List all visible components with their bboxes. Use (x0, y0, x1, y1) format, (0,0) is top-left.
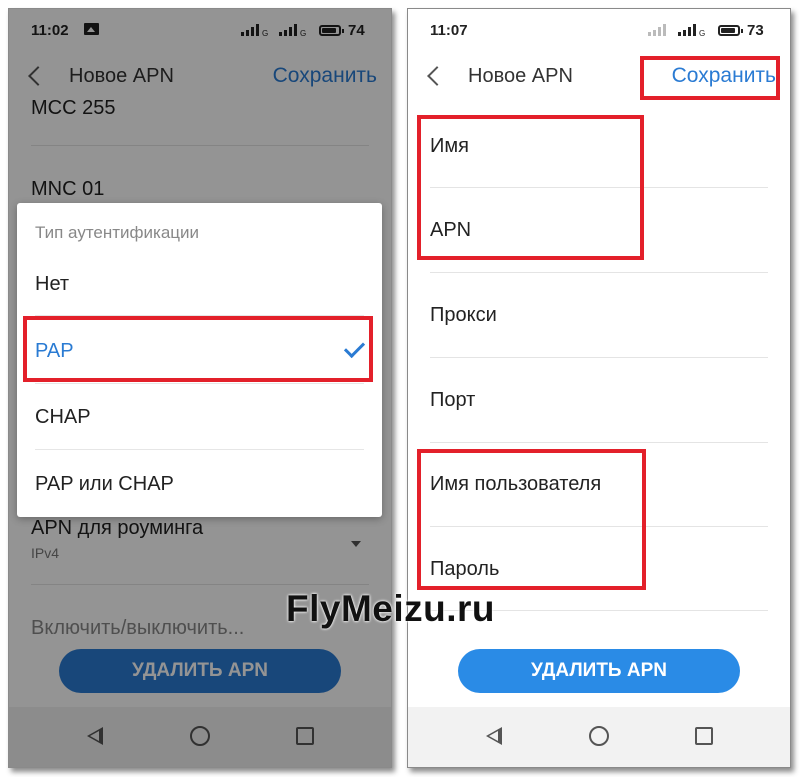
divider (430, 357, 768, 358)
square-recents-icon[interactable] (695, 727, 713, 745)
highlight-box (640, 56, 780, 100)
triangle-back-icon[interactable] (486, 727, 502, 745)
divider (35, 449, 364, 450)
field-proxy[interactable]: Прокси (430, 304, 768, 327)
battery-icon (718, 25, 743, 36)
dialog-title: Тип аутентификации (35, 223, 200, 242)
status-time: 11:07 (430, 22, 468, 39)
page-title: Новое APN (468, 65, 573, 87)
divider (430, 272, 768, 273)
highlight-box (23, 316, 373, 382)
circle-home-icon[interactable] (589, 726, 609, 746)
option-pap-or-chap[interactable]: PAP или CHAP (35, 473, 174, 496)
status-bar: 11:07 G 73 (408, 9, 790, 49)
field-port[interactable]: Порт (430, 389, 768, 412)
option-chap[interactable]: CHAP (35, 406, 91, 429)
highlight-box (417, 115, 644, 260)
signal-icon (648, 24, 670, 36)
delete-apn-button[interactable]: УДАЛИТЬ APN (458, 649, 740, 693)
highlight-box (417, 449, 646, 590)
battery-percent: 73 (747, 22, 764, 39)
nav-bar (408, 707, 790, 767)
watermark: FlyMeizu.ru (286, 588, 496, 629)
signal-icon: G (678, 24, 705, 38)
chevron-left-icon[interactable] (427, 66, 447, 86)
divider (35, 383, 364, 384)
phone-left: 11:02 G G 74 Новое APN Сохранить MCC 255… (8, 8, 392, 768)
option-none[interactable]: Нет (35, 273, 69, 296)
divider (430, 442, 768, 443)
phone-right: 11:07 G 73 Новое APN Сохранить Имя APN П… (407, 8, 791, 768)
